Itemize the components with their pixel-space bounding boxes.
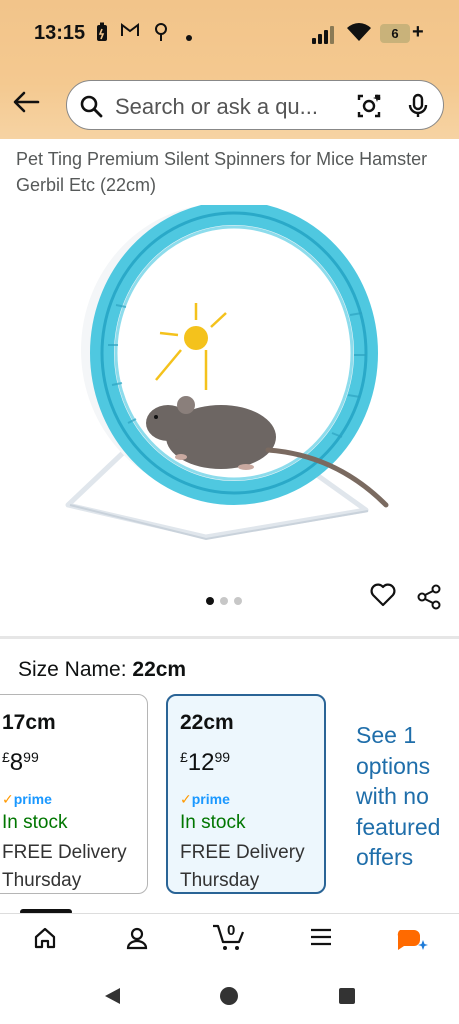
size-option-name: 22cm <box>180 711 234 734</box>
account-icon[interactable] <box>125 926 149 955</box>
search-bar[interactable]: Search or ask a qu... <box>66 80 444 130</box>
price-whole: 12 <box>187 749 215 776</box>
carousel-dot[interactable] <box>206 597 214 605</box>
gmail-icon <box>120 22 140 43</box>
delivery-text: FREE Delivery <box>180 842 305 863</box>
product-image[interactable] <box>56 201 406 545</box>
wishlist-heart-icon[interactable] <box>370 583 396 612</box>
size-option-price: £899 <box>2 749 39 777</box>
system-back-icon[interactable] <box>102 986 122 1011</box>
price-currency: £ <box>2 749 10 765</box>
prime-badge: ✓prime <box>2 791 52 807</box>
size-name-label: Size Name: 22cm <box>18 658 186 682</box>
search-icon <box>79 94 103 123</box>
signal-icon <box>312 26 338 44</box>
search-input[interactable]: Search or ask a qu... <box>115 94 318 120</box>
stock-status: In stock <box>2 812 68 833</box>
status-bar: 13:15 6 + <box>0 0 459 66</box>
wifi-icon <box>346 22 372 47</box>
see-more-options-link[interactable]: See 1 options with no featured offers <box>356 720 456 873</box>
cart-count: 0 <box>227 922 236 939</box>
section-divider <box>0 636 459 639</box>
size-option-17cm[interactable]: 17cm £899 ✓prime In stock FREE Delivery … <box>0 694 148 894</box>
notification-dot-icon <box>186 28 192 46</box>
home-icon[interactable] <box>33 926 57 955</box>
back-arrow-icon[interactable] <box>12 88 40 116</box>
size-option-price: £1299 <box>180 749 230 777</box>
menu-icon[interactable] <box>310 926 332 953</box>
system-home-icon[interactable] <box>219 986 239 1011</box>
delivery-text: FREE Delivery <box>2 842 127 863</box>
image-carousel-dots[interactable] <box>206 592 248 610</box>
product-title: Pet Ting Premium Silent Spinners for Mic… <box>16 149 428 195</box>
system-nav-bar <box>0 970 459 1024</box>
size-label-text: Size Name: <box>18 658 127 681</box>
size-option-22cm[interactable]: 22cm £1299 ✓prime In stock FREE Delivery… <box>166 694 326 894</box>
price-fraction: 99 <box>23 749 39 765</box>
battery-saver-icon <box>96 22 108 47</box>
stock-status: In stock <box>180 812 246 833</box>
share-icon[interactable] <box>416 584 442 615</box>
rufus-icon[interactable] <box>396 926 430 959</box>
carousel-dot[interactable] <box>234 597 242 605</box>
carousel-dot[interactable] <box>220 597 228 605</box>
app-header: 13:15 6 + Search or ask a qu... <box>0 0 459 139</box>
prime-badge: ✓prime <box>180 791 230 807</box>
cart-icon[interactable]: 0 <box>212 922 246 957</box>
microphone-icon[interactable] <box>407 93 429 124</box>
charging-plus: + <box>412 21 424 43</box>
delivery-day: Thursday <box>2 870 82 891</box>
camera-search-icon[interactable] <box>355 92 383 125</box>
size-option-name: 17cm <box>2 711 56 734</box>
price-fraction: 99 <box>214 749 231 765</box>
price-currency: £ <box>180 749 188 765</box>
bottom-nav: 0 <box>0 914 459 970</box>
battery-icon: 6 <box>380 24 410 43</box>
delivery-day: Thursday <box>180 870 260 891</box>
size-selected-value: 22cm <box>132 658 187 681</box>
prime-text: prime <box>13 791 52 807</box>
prime-text: prime <box>191 791 230 807</box>
status-time: 13:15 <box>34 22 86 44</box>
price-whole: 8 <box>9 749 24 776</box>
system-recents-icon[interactable] <box>338 987 356 1010</box>
location-icon <box>152 22 170 47</box>
